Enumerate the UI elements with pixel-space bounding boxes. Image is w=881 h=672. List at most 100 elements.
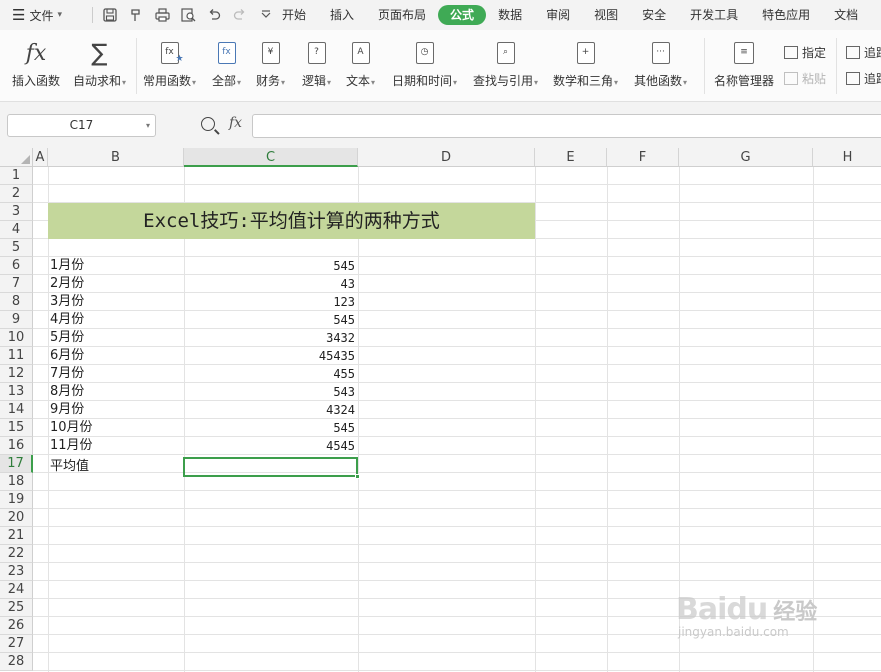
tab-security[interactable]: 安全: [630, 5, 678, 25]
row-header-8[interactable]: 8: [0, 293, 33, 311]
paste-name-button[interactable]: 粘贴: [784, 70, 826, 87]
value-cell[interactable]: 43: [184, 275, 355, 293]
chevron-down-icon[interactable]: ▾: [146, 115, 150, 136]
month-cell[interactable]: 6月份: [50, 347, 84, 365]
row-header-5[interactable]: 5: [0, 239, 33, 257]
row-header-25[interactable]: 25: [0, 599, 33, 617]
title-cell[interactable]: Excel技巧:平均值计算的两种方式: [48, 203, 535, 239]
value-cell[interactable]: 545: [184, 257, 355, 275]
value-cell[interactable]: 123: [184, 293, 355, 311]
zoom-icon[interactable]: [201, 117, 215, 131]
tab-view[interactable]: 视图: [582, 5, 630, 25]
value-cell[interactable]: 3432: [184, 329, 355, 347]
autosum-button[interactable]: ∑ 自动求和▾: [73, 38, 126, 89]
fx-icon[interactable]: fx: [229, 115, 242, 131]
common-functions-button[interactable]: fx 常用函数▾: [143, 38, 196, 89]
print-icon[interactable]: [151, 4, 173, 26]
all-functions-button[interactable]: fx 全部▾: [212, 38, 241, 89]
month-cell[interactable]: 3月份: [50, 293, 84, 311]
month-cell[interactable]: 9月份: [50, 401, 84, 419]
active-cell-c17[interactable]: [183, 457, 360, 479]
value-cell[interactable]: 545: [184, 311, 355, 329]
row-header-28[interactable]: 28: [0, 653, 33, 671]
row-header-13[interactable]: 13: [0, 383, 33, 401]
tab-formulas[interactable]: 公式: [438, 5, 487, 25]
month-cell[interactable]: 10月份: [50, 419, 93, 437]
financial-button[interactable]: ¥ 财务▾: [256, 38, 285, 89]
row-header-19[interactable]: 19: [0, 491, 33, 509]
lookup-button[interactable]: ⌕ 查找与引用▾: [473, 38, 538, 89]
tab-developer[interactable]: 开发工具: [678, 5, 750, 25]
column-header-g[interactable]: G: [679, 148, 813, 167]
tab-review[interactable]: 审阅: [534, 5, 582, 25]
column-header-e[interactable]: E: [535, 148, 607, 167]
month-cell[interactable]: 11月份: [50, 437, 93, 455]
row-header-17[interactable]: 17: [0, 455, 33, 473]
column-header-f[interactable]: F: [607, 148, 679, 167]
month-cell[interactable]: 4月份: [50, 311, 84, 329]
row-header-1[interactable]: 1: [0, 167, 33, 185]
name-box[interactable]: C17 ▾: [7, 114, 156, 137]
month-cell[interactable]: 2月份: [50, 275, 84, 293]
trace-precedents-button[interactable]: 追踪: [846, 44, 881, 61]
insert-function-button[interactable]: fx 插入函数: [12, 38, 60, 89]
row-header-15[interactable]: 15: [0, 419, 33, 437]
text-functions-button[interactable]: A 文本▾: [346, 38, 375, 89]
row-header-4[interactable]: 4: [0, 221, 33, 239]
row-header-2[interactable]: 2: [0, 185, 33, 203]
row-header-6[interactable]: 6: [0, 257, 33, 275]
value-cell[interactable]: 543: [184, 383, 355, 401]
month-cell[interactable]: 1月份: [50, 257, 84, 275]
month-cell[interactable]: 7月份: [50, 365, 84, 383]
tab-document[interactable]: 文档: [822, 5, 870, 25]
name-manager-button[interactable]: ≡ 名称管理器: [714, 38, 774, 89]
value-cell[interactable]: 545: [184, 419, 355, 437]
datetime-button[interactable]: ◷ 日期和时间▾: [392, 38, 457, 89]
file-menu[interactable]: ☰ 文件 ▾: [0, 7, 88, 24]
redo-icon[interactable]: [229, 4, 251, 26]
month-cell[interactable]: 5月份: [50, 329, 84, 347]
column-header-h[interactable]: H: [813, 148, 881, 167]
row-header-21[interactable]: 21: [0, 527, 33, 545]
save-icon[interactable]: [99, 4, 121, 26]
row-header-3[interactable]: 3: [0, 203, 33, 221]
format-painter-icon[interactable]: [125, 4, 147, 26]
tab-insert[interactable]: 插入: [318, 5, 366, 25]
row-header-10[interactable]: 10: [0, 329, 33, 347]
formula-input[interactable]: [252, 114, 881, 138]
logical-button[interactable]: ? 逻辑▾: [302, 38, 331, 89]
row-header-26[interactable]: 26: [0, 617, 33, 635]
tab-page-layout[interactable]: 页面布局: [366, 5, 438, 25]
row-header-9[interactable]: 9: [0, 311, 33, 329]
print-preview-icon[interactable]: [177, 4, 199, 26]
column-header-c[interactable]: C: [184, 148, 358, 167]
fill-handle[interactable]: [355, 474, 360, 479]
row-header-20[interactable]: 20: [0, 509, 33, 527]
row-header-27[interactable]: 27: [0, 635, 33, 653]
value-cell[interactable]: 4545: [184, 437, 355, 455]
month-cell[interactable]: 8月份: [50, 383, 84, 401]
math-button[interactable]: + 数学和三角▾: [553, 38, 618, 89]
row-header-12[interactable]: 12: [0, 365, 33, 383]
row-header-18[interactable]: 18: [0, 473, 33, 491]
column-header-a[interactable]: A: [33, 148, 48, 167]
tab-home[interactable]: 开始: [270, 5, 318, 25]
row-header-14[interactable]: 14: [0, 401, 33, 419]
row-header-7[interactable]: 7: [0, 275, 33, 293]
value-cell[interactable]: 45435: [184, 347, 355, 365]
row-header-11[interactable]: 11: [0, 347, 33, 365]
other-functions-button[interactable]: ··· 其他函数▾: [634, 38, 687, 89]
row-header-16[interactable]: 16: [0, 437, 33, 455]
trace-dependents-button[interactable]: 追踪: [846, 70, 881, 87]
row-header-22[interactable]: 22: [0, 545, 33, 563]
value-cell[interactable]: 4324: [184, 401, 355, 419]
column-header-b[interactable]: B: [48, 148, 184, 167]
value-cell[interactable]: 455: [184, 365, 355, 383]
average-label-cell[interactable]: 平均值: [50, 458, 89, 476]
undo-icon[interactable]: [203, 4, 225, 26]
select-all-corner[interactable]: [0, 148, 33, 167]
row-header-24[interactable]: 24: [0, 581, 33, 599]
tab-special[interactable]: 特色应用: [750, 5, 822, 25]
tab-data[interactable]: 数据: [486, 5, 534, 25]
row-header-23[interactable]: 23: [0, 563, 33, 581]
